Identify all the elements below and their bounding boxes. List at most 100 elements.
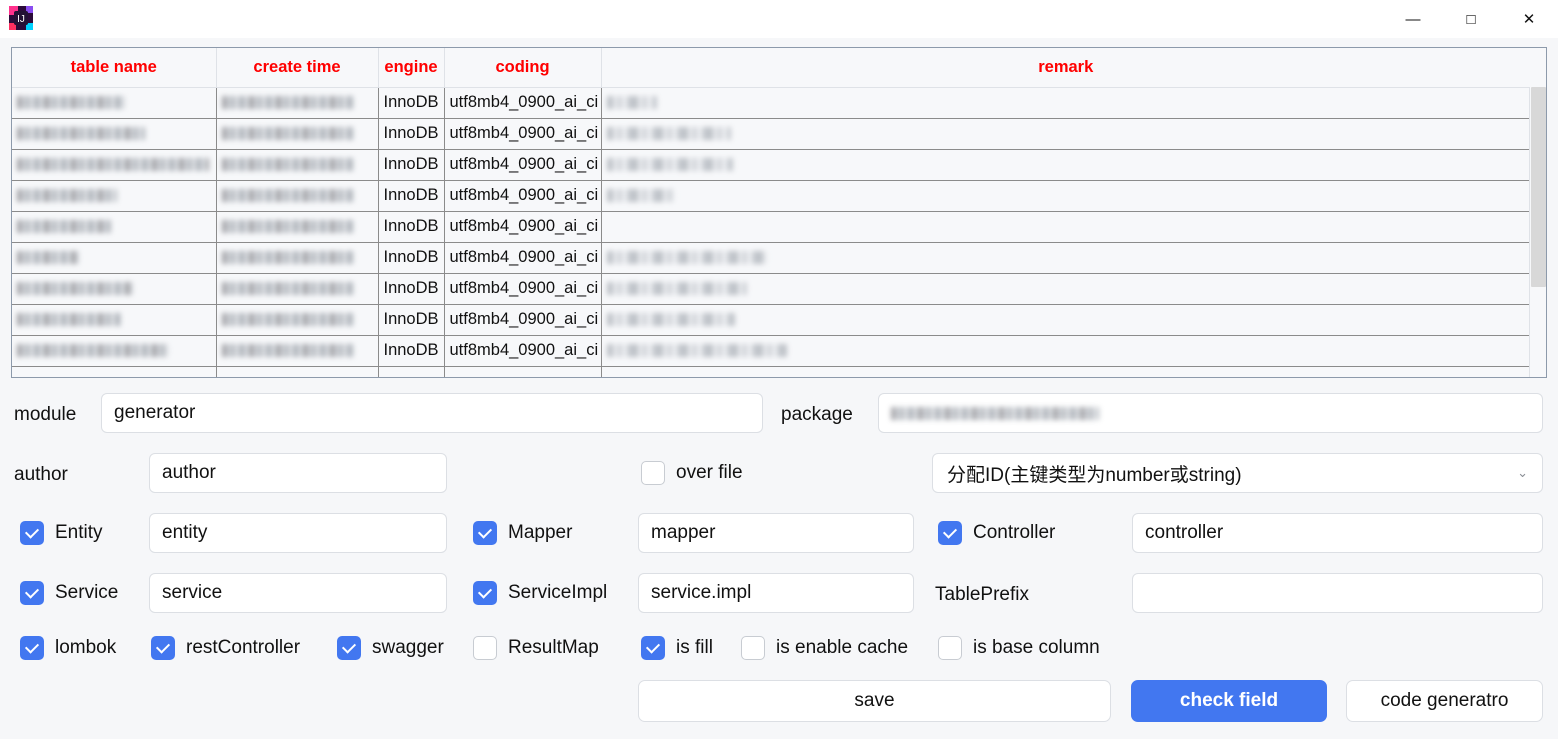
swagger-checkbox[interactable]: swagger xyxy=(337,636,444,660)
table-vertical-scrollbar[interactable] xyxy=(1529,87,1546,377)
table-row[interactable]: InnoDB utf8mb4_0900_ai_ci xyxy=(12,87,1530,119)
cell-create-time-redacted xyxy=(221,127,354,141)
save-button[interactable]: save xyxy=(638,680,1111,722)
cell-engine xyxy=(378,366,445,377)
is-enable-cache-checkbox[interactable]: is enable cache xyxy=(741,636,908,660)
check-field-button[interactable]: check field xyxy=(1131,680,1327,722)
cell-engine: InnoDB xyxy=(378,149,445,181)
cell-create-time xyxy=(216,149,379,181)
cell-engine: InnoDB xyxy=(378,335,445,367)
cell-create-time-redacted xyxy=(221,96,354,110)
table-scrollbar-thumb[interactable] xyxy=(1531,87,1546,287)
cell-remark xyxy=(601,180,1530,212)
lombok-checkbox-box[interactable] xyxy=(20,636,44,660)
cell-table-name-redacted xyxy=(17,220,111,234)
table-row[interactable]: InnoDB utf8mb4_0900_ai_ci xyxy=(12,149,1530,181)
cell-create-time-redacted xyxy=(221,282,354,296)
column-header-table-name[interactable]: table name xyxy=(12,48,217,88)
cell-create-time xyxy=(216,242,379,274)
cell-remark xyxy=(601,335,1530,367)
over-file-checkbox[interactable]: over file xyxy=(641,461,743,485)
table-row[interactable]: InnoDB utf8mb4_0900_ai_ci xyxy=(12,304,1530,336)
maximize-button[interactable]: □ xyxy=(1442,0,1500,38)
column-header-coding[interactable]: coding xyxy=(444,48,602,88)
entity-label: Entity xyxy=(55,522,103,543)
entity-checkbox[interactable]: Entity xyxy=(20,521,103,545)
cell-table-name xyxy=(12,149,217,181)
swagger-checkbox-box[interactable] xyxy=(337,636,361,660)
table-prefix-input[interactable] xyxy=(1132,573,1543,613)
is-fill-checkbox[interactable]: is fill xyxy=(641,636,713,660)
cell-remark-redacted xyxy=(606,189,675,203)
author-input[interactable] xyxy=(149,453,447,493)
column-header-engine[interactable]: engine xyxy=(378,48,445,88)
service-checkbox-box[interactable] xyxy=(20,581,44,605)
is-base-column-label: is base column xyxy=(973,637,1100,658)
table-row[interactable]: InnoDB utf8mb4_0900_ai_ci xyxy=(12,335,1530,367)
database-tables-grid[interactable]: table name create time engine coding rem… xyxy=(11,47,1547,378)
mapper-checkbox[interactable]: Mapper xyxy=(473,521,572,545)
controller-package-input[interactable] xyxy=(1132,513,1543,553)
mapper-package-input[interactable] xyxy=(638,513,914,553)
result-map-label: ResultMap xyxy=(508,637,599,658)
entity-package-input[interactable] xyxy=(149,513,447,553)
cell-remark-redacted xyxy=(606,96,657,110)
cell-remark-redacted xyxy=(606,158,733,172)
code-generator-button[interactable]: code generatro xyxy=(1346,680,1543,722)
cell-create-time-redacted xyxy=(221,189,354,203)
cell-create-time xyxy=(216,273,379,305)
cell-coding: utf8mb4_0900_ai_ci xyxy=(444,211,602,243)
cell-engine: InnoDB xyxy=(378,304,445,336)
lombok-checkbox[interactable]: lombok xyxy=(20,636,116,660)
table-row[interactable]: InnoDB utf8mb4_0900_ai_ci xyxy=(12,211,1530,243)
is-base-column-checkbox-box[interactable] xyxy=(938,636,962,660)
service-impl-checkbox-box[interactable] xyxy=(473,581,497,605)
is-fill-checkbox-box[interactable] xyxy=(641,636,665,660)
service-impl-package-input[interactable] xyxy=(638,573,914,613)
cell-engine: InnoDB xyxy=(378,118,445,150)
column-header-remark[interactable]: remark xyxy=(601,48,1530,88)
table-row[interactable]: InnoDB utf8mb4_0900_ai_ci xyxy=(12,242,1530,274)
id-type-select[interactable]: 分配ID(主键类型为number或string) ⌄ xyxy=(932,453,1543,493)
package-input[interactable] xyxy=(878,393,1543,433)
controller-checkbox-box[interactable] xyxy=(938,521,962,545)
rest-controller-checkbox[interactable]: restController xyxy=(151,636,300,660)
table-row[interactable]: InnoDB utf8mb4_0900_ai_ci xyxy=(12,118,1530,150)
controller-checkbox[interactable]: Controller xyxy=(938,521,1055,545)
cell-table-name xyxy=(12,304,217,336)
is-base-column-checkbox[interactable]: is base column xyxy=(938,636,1100,660)
generator-settings-form: module package author over file 分配ID(主键类… xyxy=(0,378,1558,739)
table-row[interactable]: InnoDB utf8mb4_0900_ai_ci xyxy=(12,273,1530,305)
module-input[interactable] xyxy=(101,393,763,433)
cell-table-name-redacted xyxy=(17,251,79,265)
cell-table-name-redacted xyxy=(17,96,125,110)
service-package-input[interactable] xyxy=(149,573,447,613)
cell-table-name-redacted xyxy=(17,127,145,141)
intellij-idea-icon: IJ xyxy=(9,6,33,30)
cell-remark-redacted xyxy=(606,313,735,327)
is-fill-label: is fill xyxy=(676,637,713,658)
table-row[interactable] xyxy=(12,366,1530,377)
cell-create-time-redacted xyxy=(221,313,354,327)
result-map-checkbox-box[interactable] xyxy=(473,636,497,660)
column-header-create-time[interactable]: create time xyxy=(216,48,379,88)
cell-remark xyxy=(601,149,1530,181)
id-type-selected-value: 分配ID(主键类型为number或string) xyxy=(947,464,1242,486)
close-button[interactable]: ✕ xyxy=(1500,0,1558,38)
minimize-button[interactable]: — xyxy=(1384,0,1442,38)
mapper-checkbox-box[interactable] xyxy=(473,521,497,545)
entity-checkbox-box[interactable] xyxy=(20,521,44,545)
table-row[interactable]: InnoDB utf8mb4_0900_ai_ci xyxy=(12,180,1530,212)
cell-engine: InnoDB xyxy=(378,87,445,119)
cell-remark xyxy=(601,118,1530,150)
cell-engine: InnoDB xyxy=(378,180,445,212)
cell-table-name-redacted xyxy=(17,282,133,296)
rest-controller-checkbox-box[interactable] xyxy=(151,636,175,660)
service-impl-checkbox[interactable]: ServiceImpl xyxy=(473,581,607,605)
result-map-checkbox[interactable]: ResultMap xyxy=(473,636,599,660)
cell-table-name xyxy=(12,180,217,212)
over-file-checkbox-box[interactable] xyxy=(641,461,665,485)
service-checkbox[interactable]: Service xyxy=(20,581,118,605)
package-value-redacted xyxy=(891,406,1099,420)
is-enable-cache-checkbox-box[interactable] xyxy=(741,636,765,660)
